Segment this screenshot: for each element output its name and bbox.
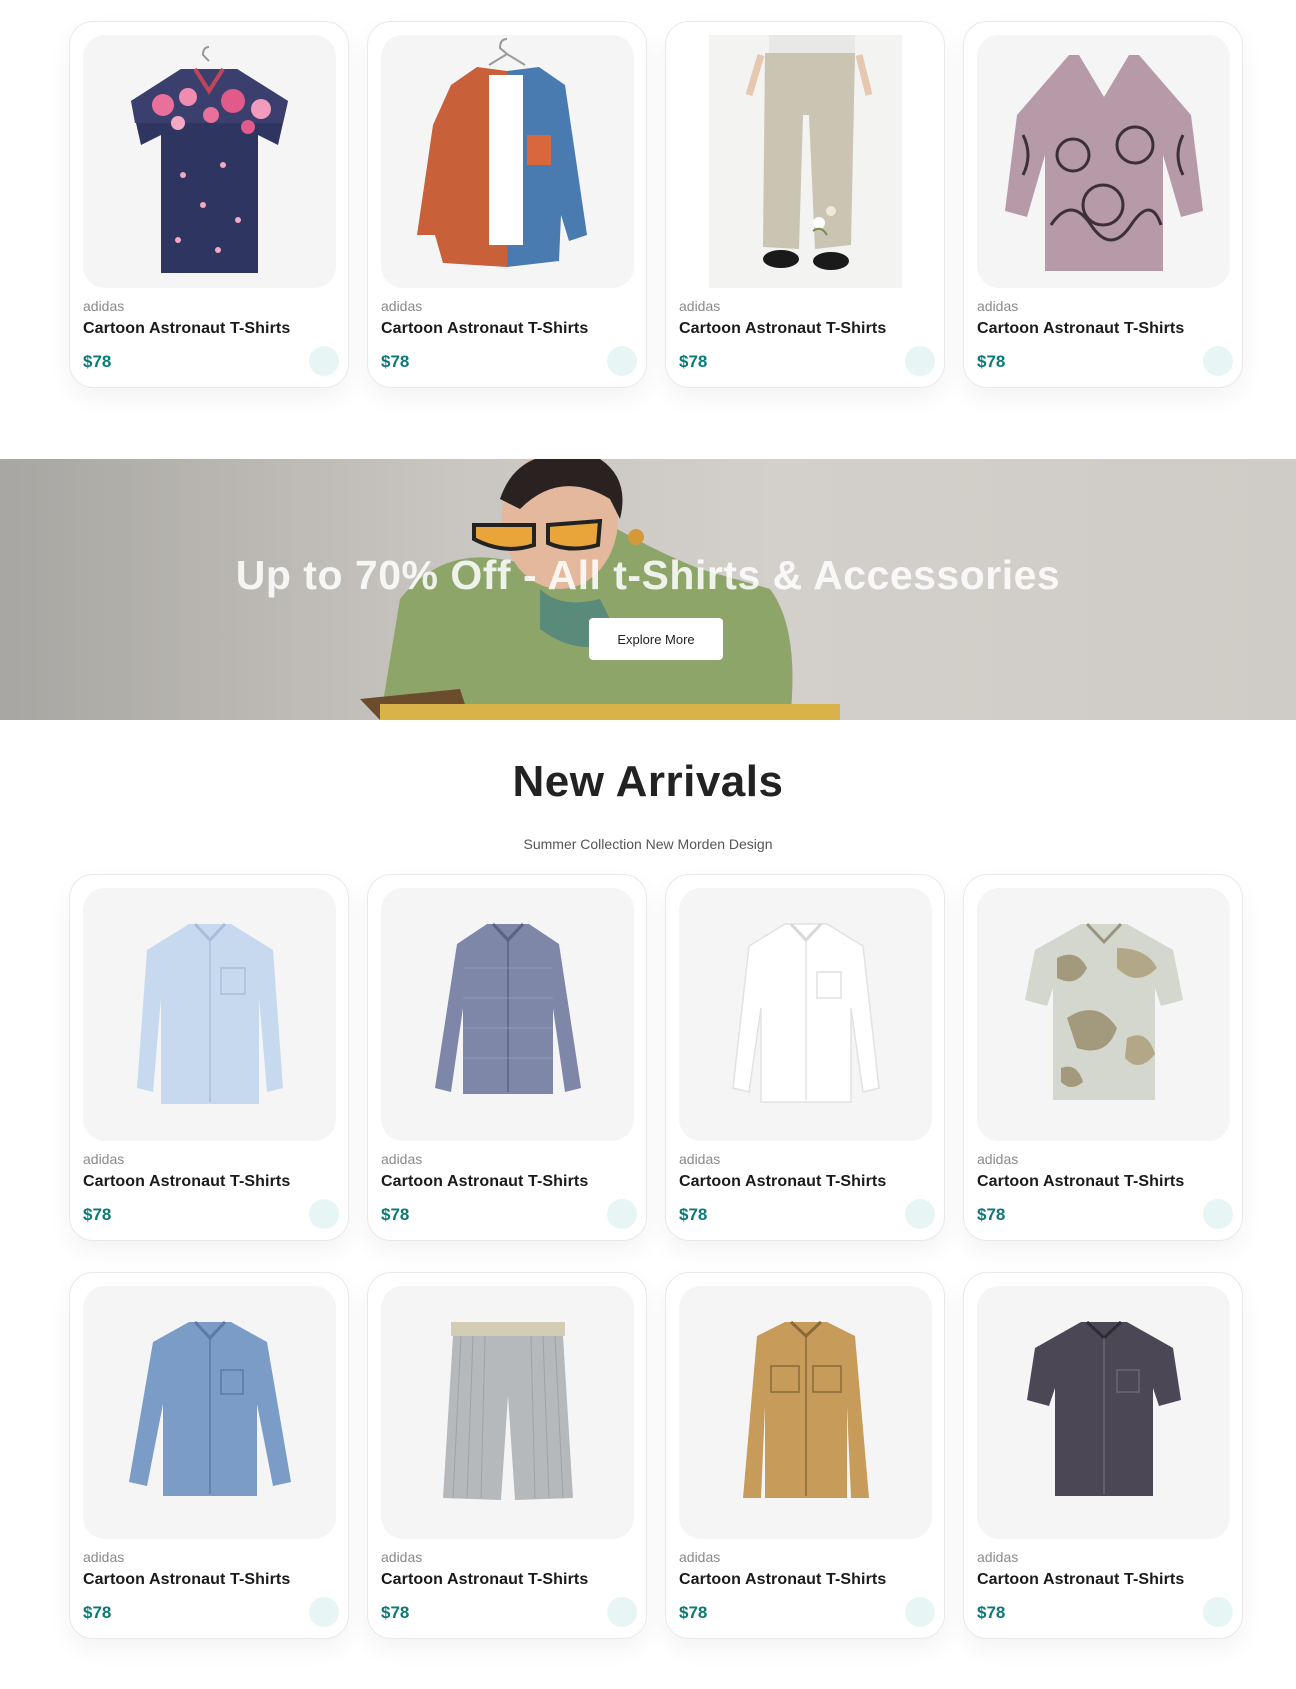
gingham-shirt-icon xyxy=(435,922,581,1094)
product-image[interactable] xyxy=(679,1286,932,1539)
product-name[interactable]: Cartoon Astronaut T-Shirts xyxy=(381,1571,633,1589)
product-brand: adidas xyxy=(977,298,1019,314)
section-title: New Arrivals xyxy=(512,757,784,806)
product-brand: adidas xyxy=(679,298,721,314)
product-card[interactable]: adidas Cartoon Astronaut T-Shirts $78 xyxy=(69,874,349,1241)
orange-blue-colorblock-shirt-icon xyxy=(417,38,587,267)
product-image[interactable] xyxy=(83,35,336,288)
banner-title: Up to 70% Off - All t-Shirts & Accessori… xyxy=(235,552,1061,598)
product-image[interactable] xyxy=(977,888,1230,1141)
add-to-cart-button[interactable] xyxy=(1203,346,1233,376)
product-image[interactable] xyxy=(679,888,932,1141)
product-card[interactable]: adidas Cartoon Astronaut T-Shirts $78 xyxy=(665,1272,945,1639)
product-card[interactable]: adidas Cartoon Astronaut T-Shirts $78 xyxy=(367,1272,647,1639)
add-to-cart-button[interactable] xyxy=(1203,1199,1233,1229)
product-brand: adidas xyxy=(977,1549,1019,1565)
product-brand: adidas xyxy=(977,1151,1019,1167)
product-brand: adidas xyxy=(679,1151,721,1167)
product-card[interactable]: adidas Cartoon Astronaut T-Shirts $78 xyxy=(963,1272,1243,1639)
product-name[interactable]: Cartoon Astronaut T-Shirts xyxy=(83,1571,335,1589)
product-image[interactable] xyxy=(381,1286,634,1539)
tan-overshirt-icon xyxy=(743,1320,869,1498)
product-brand: adidas xyxy=(381,298,423,314)
product-image[interactable] xyxy=(381,35,634,288)
product-price: $78 xyxy=(83,1205,112,1224)
add-to-cart-button[interactable] xyxy=(905,1199,935,1229)
charcoal-short-sleeve-shirt-icon xyxy=(1027,1320,1181,1496)
add-to-cart-button[interactable] xyxy=(309,1199,339,1229)
add-to-cart-button[interactable] xyxy=(607,346,637,376)
product-name[interactable]: Cartoon Astronaut T-Shirts xyxy=(83,1173,335,1191)
add-to-cart-button[interactable] xyxy=(607,1199,637,1229)
product-price: $78 xyxy=(679,1205,708,1224)
camo-print-shirt-icon xyxy=(1025,922,1183,1100)
product-brand: adidas xyxy=(381,1151,423,1167)
product-card[interactable]: adidas Cartoon Astronaut T-Shirts $78 xyxy=(69,1272,349,1639)
white-shirt-icon xyxy=(732,922,880,1103)
product-name[interactable]: Cartoon Astronaut T-Shirts xyxy=(381,1173,633,1191)
product-grid-new-arrivals-1: adidas Cartoon Astronaut T-Shirts $78 ad… xyxy=(69,874,1243,1241)
product-price: $78 xyxy=(977,1603,1006,1622)
product-page: adidas Cartoon Astronaut T-Shirts $78 ad… xyxy=(0,0,1296,1689)
add-to-cart-button[interactable] xyxy=(1203,1597,1233,1627)
product-card[interactable]: adidas Cartoon Astronaut T-Shirts $78 xyxy=(665,21,945,388)
product-name[interactable]: Cartoon Astronaut T-Shirts xyxy=(679,320,931,338)
product-brand: adidas xyxy=(381,1549,423,1565)
light-blue-shirt-icon xyxy=(137,922,283,1104)
product-grid-top: adidas Cartoon Astronaut T-Shirts $78 ad… xyxy=(69,21,1243,388)
product-image[interactable] xyxy=(679,35,932,288)
product-image[interactable] xyxy=(83,1286,336,1539)
product-brand: adidas xyxy=(83,298,125,314)
product-price: $78 xyxy=(679,1603,708,1622)
linen-trousers-icon xyxy=(709,35,902,288)
product-card[interactable]: adidas Cartoon Astronaut T-Shirts $78 xyxy=(665,874,945,1241)
mauve-cat-print-blouse-icon xyxy=(1005,55,1203,271)
product-card[interactable]: adidas Cartoon Astronaut T-Shirts $78 xyxy=(367,874,647,1241)
add-to-cart-button[interactable] xyxy=(905,346,935,376)
product-price: $78 xyxy=(977,352,1006,371)
product-grid-new-arrivals-2: adidas Cartoon Astronaut T-Shirts $78 ad… xyxy=(69,1272,1243,1639)
add-to-cart-button[interactable] xyxy=(309,346,339,376)
product-brand: adidas xyxy=(679,1549,721,1565)
product-image[interactable] xyxy=(977,35,1230,288)
floral-navy-shirt-icon xyxy=(131,46,288,273)
product-price: $78 xyxy=(381,352,410,371)
product-price: $78 xyxy=(679,352,708,371)
product-price: $78 xyxy=(83,1603,112,1622)
product-name[interactable]: Cartoon Astronaut T-Shirts xyxy=(977,320,1229,338)
product-card[interactable]: adidas Cartoon Astronaut T-Shirts $78 xyxy=(69,21,349,388)
product-card[interactable]: adidas Cartoon Astronaut T-Shirts $78 xyxy=(963,21,1243,388)
section-subtitle: Summer Collection New Morden Design xyxy=(523,836,773,852)
product-name[interactable]: Cartoon Astronaut T-Shirts xyxy=(679,1571,931,1589)
striped-shorts-icon xyxy=(443,1322,573,1500)
add-to-cart-button[interactable] xyxy=(607,1597,637,1627)
product-card[interactable]: adidas Cartoon Astronaut T-Shirts $78 xyxy=(963,874,1243,1241)
add-to-cart-button[interactable] xyxy=(905,1597,935,1627)
explore-more-button[interactable]: Explore More xyxy=(589,618,723,660)
product-name[interactable]: Cartoon Astronaut T-Shirts xyxy=(977,1571,1229,1589)
product-image[interactable] xyxy=(977,1286,1230,1539)
promo-banner: Up to 70% Off - All t-Shirts & Accessori… xyxy=(0,459,1296,720)
product-image[interactable] xyxy=(83,888,336,1141)
product-price: $78 xyxy=(83,352,112,371)
product-brand: adidas xyxy=(83,1151,125,1167)
product-name[interactable]: Cartoon Astronaut T-Shirts xyxy=(381,320,633,338)
product-name[interactable]: Cartoon Astronaut T-Shirts xyxy=(679,1173,931,1191)
product-name[interactable]: Cartoon Astronaut T-Shirts xyxy=(83,320,335,338)
product-card[interactable]: adidas Cartoon Astronaut T-Shirts $78 xyxy=(367,21,647,388)
denim-shirt-icon xyxy=(129,1320,291,1496)
product-name[interactable]: Cartoon Astronaut T-Shirts xyxy=(977,1173,1229,1191)
product-price: $78 xyxy=(381,1603,410,1622)
product-price: $78 xyxy=(381,1205,410,1224)
product-image[interactable] xyxy=(381,888,634,1141)
product-brand: adidas xyxy=(83,1549,125,1565)
product-price: $78 xyxy=(977,1205,1006,1224)
add-to-cart-button[interactable] xyxy=(309,1597,339,1627)
